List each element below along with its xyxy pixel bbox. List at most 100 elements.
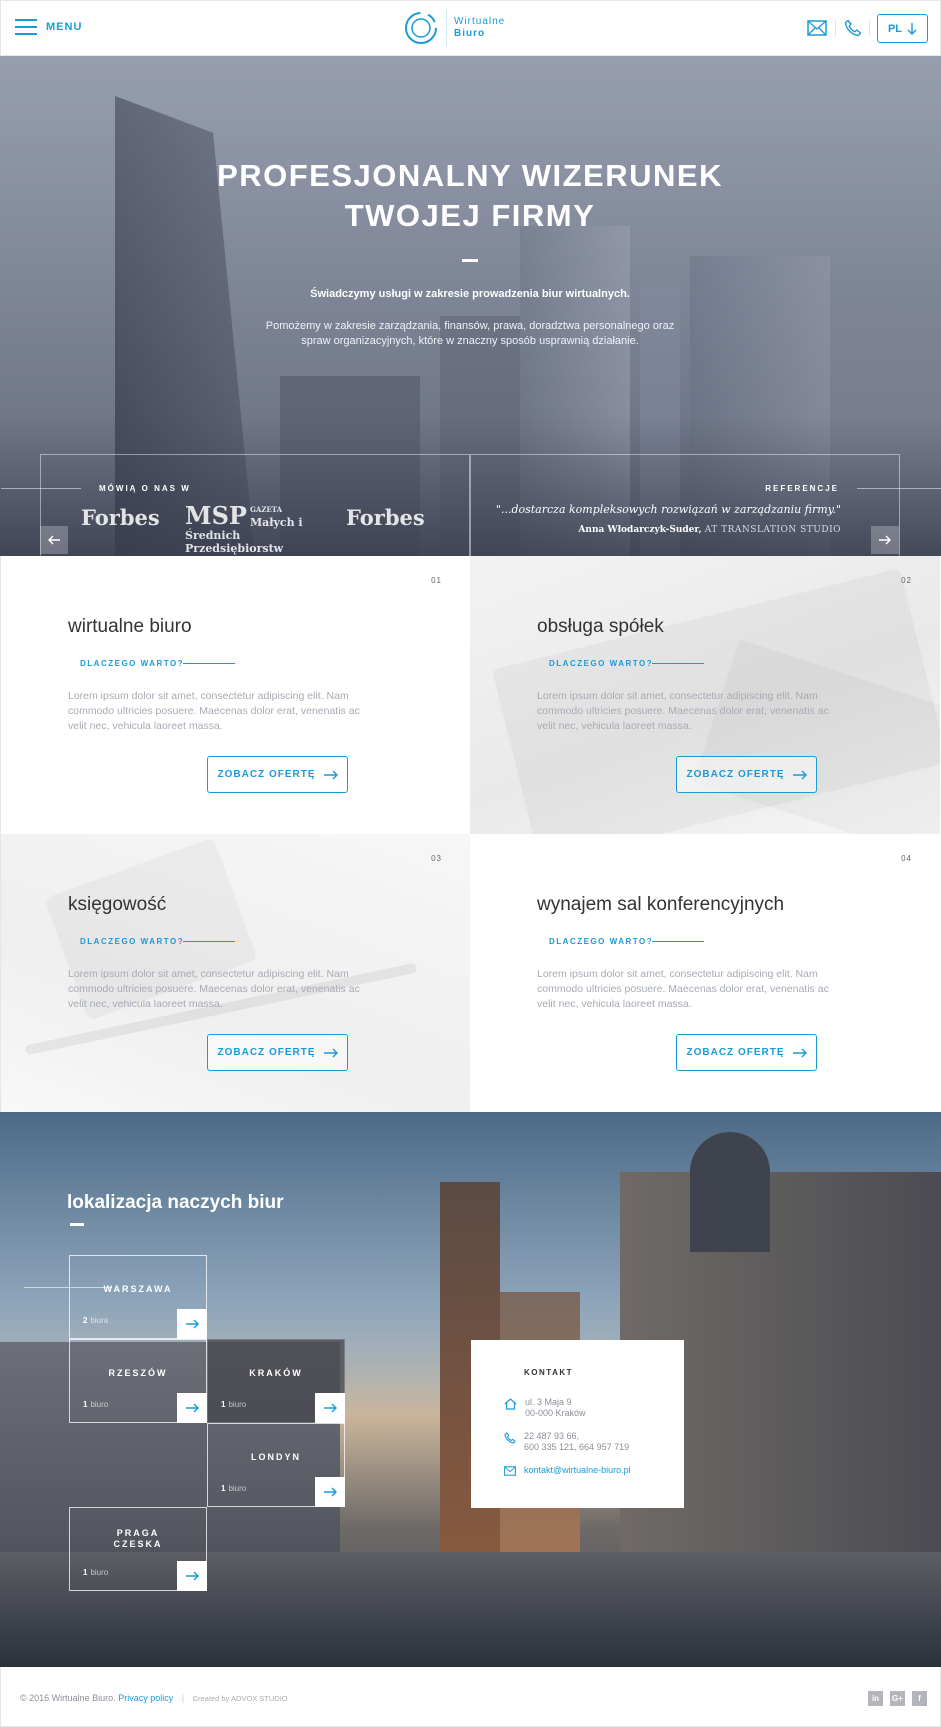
home-icon <box>504 1398 517 1410</box>
logo-ring-icon <box>405 12 437 44</box>
why-link[interactable]: DLACZEGO WARTO? <box>80 937 184 946</box>
hero-subtitle: Świadczymy usługi w zakresie prowadzenia… <box>310 288 630 300</box>
hero-title: PROFESJONALNY WIZERUNEK TWOJEJ FIRMY <box>170 156 770 236</box>
city-go-button[interactable] <box>315 1477 345 1507</box>
city-count-number: 1 <box>83 1400 88 1409</box>
logo-line2: Biuro <box>454 28 486 39</box>
service-number: 01 <box>431 576 442 585</box>
panel-line <box>857 488 941 489</box>
why-line <box>183 663 235 664</box>
city-name: LONDYN <box>251 1452 301 1462</box>
service-card-virtual-office: 01 wirtualne biuro DLACZEGO WARTO? Lorem… <box>0 556 470 834</box>
contact-address-line1: ul. 3 Maja 9 <box>525 1397 572 1407</box>
hero-desc-line2: spraw organizacyjnych, które w znaczny s… <box>301 335 639 347</box>
site-footer: © 2016 Wirtualne Biuro. Privacy policy |… <box>0 1667 941 1727</box>
arrow-right-icon <box>323 1403 337 1413</box>
why-link[interactable]: DLACZEGO WARTO? <box>549 937 653 946</box>
arrow-right-icon <box>792 1048 807 1057</box>
logo-line1: Wirtualne <box>454 16 506 27</box>
references-label: REFERENCJE <box>765 484 839 493</box>
city-count-number: 1 <box>221 1484 226 1493</box>
reference-author-name: Anna Włodarczyk-Suder, <box>578 525 702 535</box>
city-office-count: 2 biura <box>83 1316 108 1325</box>
service-title: wirtualne biuro <box>68 616 192 637</box>
logo[interactable]: Wirtualne Biuro <box>403 10 505 46</box>
hero-desc-line1: Pomożemy w zakresie zarządzania, finansó… <box>265 320 675 332</box>
why-link[interactable]: DLACZEGO WARTO? <box>80 659 184 668</box>
city-go-button[interactable] <box>315 1393 345 1423</box>
credit-text[interactable]: Created by ADVOX STUDIO <box>193 1694 288 1703</box>
msp-logo[interactable]: MSP GAZETA Małych i Średnich Przedsiębio… <box>185 501 325 556</box>
hero-section: PROFESJONALNY WIZERUNEK TWOJEJ FIRMY Świ… <box>0 56 941 556</box>
city-office-count: 1 biuro <box>83 1568 108 1577</box>
contact-title: KONTAKT <box>524 1368 574 1377</box>
why-line <box>652 941 704 942</box>
why-line <box>652 663 704 664</box>
city-tile-warszawa[interactable]: WARSZAWA 2 biura <box>69 1255 207 1339</box>
forbes-logo[interactable]: Forbes <box>346 505 425 530</box>
menu-button[interactable]: MENU <box>15 18 82 36</box>
slider-prev-button[interactable] <box>40 526 68 554</box>
contact-phone-line2: 600 335 121, 664 957 719 <box>524 1442 630 1452</box>
arrow-right-icon <box>323 1487 337 1497</box>
city-name: WARSZAWA <box>103 1284 173 1294</box>
slider-next-button[interactable] <box>871 526 899 554</box>
service-title: wynajem sal konferencyjnych <box>537 894 785 915</box>
locations-background <box>690 1132 770 1252</box>
contact-address: ul. 3 Maja 9 00-000 Kraków <box>504 1397 586 1419</box>
city-count-unit: biuro <box>228 1484 247 1493</box>
phone-icon <box>504 1432 516 1444</box>
city-tile-krakow[interactable]: KRAKÓW 1 biuro <box>207 1339 345 1423</box>
arrow-right-icon <box>185 1403 199 1413</box>
city-go-button[interactable] <box>177 1393 207 1423</box>
city-tile-rzeszow[interactable]: RZESZÓW 1 biuro <box>69 1339 207 1423</box>
contact-card: KONTAKT ul. 3 Maja 9 00-000 Kraków 22 487… <box>471 1340 684 1508</box>
forbes-logo[interactable]: Forbes <box>81 505 160 530</box>
press-label: MÓWIĄ O NAS W <box>99 484 191 493</box>
see-offer-button[interactable]: ZOBACZ OFERTĘ <box>207 1034 348 1071</box>
see-offer-label: ZOBACZ OFERTĘ <box>686 769 785 780</box>
why-link[interactable]: DLACZEGO WARTO? <box>549 659 653 668</box>
mail-icon[interactable] <box>807 20 827 36</box>
msp-logo-line2: Przedsiębiorstw <box>185 542 284 555</box>
locations-section: lokalizacja naczych biur WARSZAWA 2 biura… <box>0 1112 941 1667</box>
contact-email[interactable]: kontakt@wirtualne-biuro.pl <box>504 1465 631 1476</box>
see-offer-label: ZOBACZ OFERTĘ <box>686 1047 785 1058</box>
see-offer-button[interactable]: ZOBACZ OFERTĘ <box>207 756 348 793</box>
linkedin-icon[interactable]: in <box>868 1691 883 1706</box>
contact-phone: 22 487 93 66, 600 335 121, 664 957 719 <box>504 1431 629 1453</box>
city-count-number: 1 <box>221 1400 226 1409</box>
city-go-button[interactable] <box>177 1561 207 1591</box>
hero-divider <box>462 259 478 262</box>
service-description: Lorem ipsum dolor sit amet, consectetur … <box>537 968 829 1010</box>
contact-phone-line1: 22 487 93 66, <box>524 1431 580 1441</box>
city-count-number: 1 <box>83 1568 88 1577</box>
arrow-right-icon <box>185 1319 199 1329</box>
see-offer-button[interactable]: ZOBACZ OFERTĘ <box>676 756 817 793</box>
site-header: MENU Wirtualne Biuro PL <box>0 0 941 56</box>
city-tile-londyn[interactable]: LONDYN 1 biuro <box>207 1423 345 1507</box>
google-plus-icon[interactable]: G+ <box>890 1691 905 1706</box>
references-panel: REFERENCJE "...dostarcza kompleksowych r… <box>470 454 941 556</box>
see-offer-button[interactable]: ZOBACZ OFERTĘ <box>676 1034 817 1071</box>
reference-company: AT TRANSLATION STUDIO <box>704 525 841 535</box>
arrow-left-icon <box>48 535 60 545</box>
arrow-right-icon <box>323 770 338 779</box>
service-number: 02 <box>901 576 912 585</box>
city-go-button[interactable] <box>177 1309 207 1339</box>
city-office-count: 1 biuro <box>221 1400 246 1409</box>
privacy-policy-link[interactable]: Privacy policy <box>118 1693 173 1703</box>
phone-icon[interactable] <box>844 19 862 37</box>
logo-text: Wirtualne Biuro <box>454 16 505 40</box>
msp-logo-text: MSP <box>185 501 247 530</box>
hero-title-line1: PROFESJONALNY WIZERUNEK <box>217 158 723 193</box>
city-tile-praga[interactable]: PRAGA CZESKA 1 biuro <box>69 1507 207 1591</box>
mail-icon <box>504 1466 516 1476</box>
arrow-right-icon <box>323 1048 338 1057</box>
locations-title: lokalizacja naczych biur <box>67 1192 284 1213</box>
service-description: Lorem ipsum dolor sit amet, consectetur … <box>68 690 360 732</box>
facebook-icon[interactable]: f <box>912 1691 927 1706</box>
why-line <box>183 941 235 942</box>
city-count-unit: biuro <box>228 1400 247 1409</box>
language-selector[interactable]: PL <box>877 14 928 43</box>
